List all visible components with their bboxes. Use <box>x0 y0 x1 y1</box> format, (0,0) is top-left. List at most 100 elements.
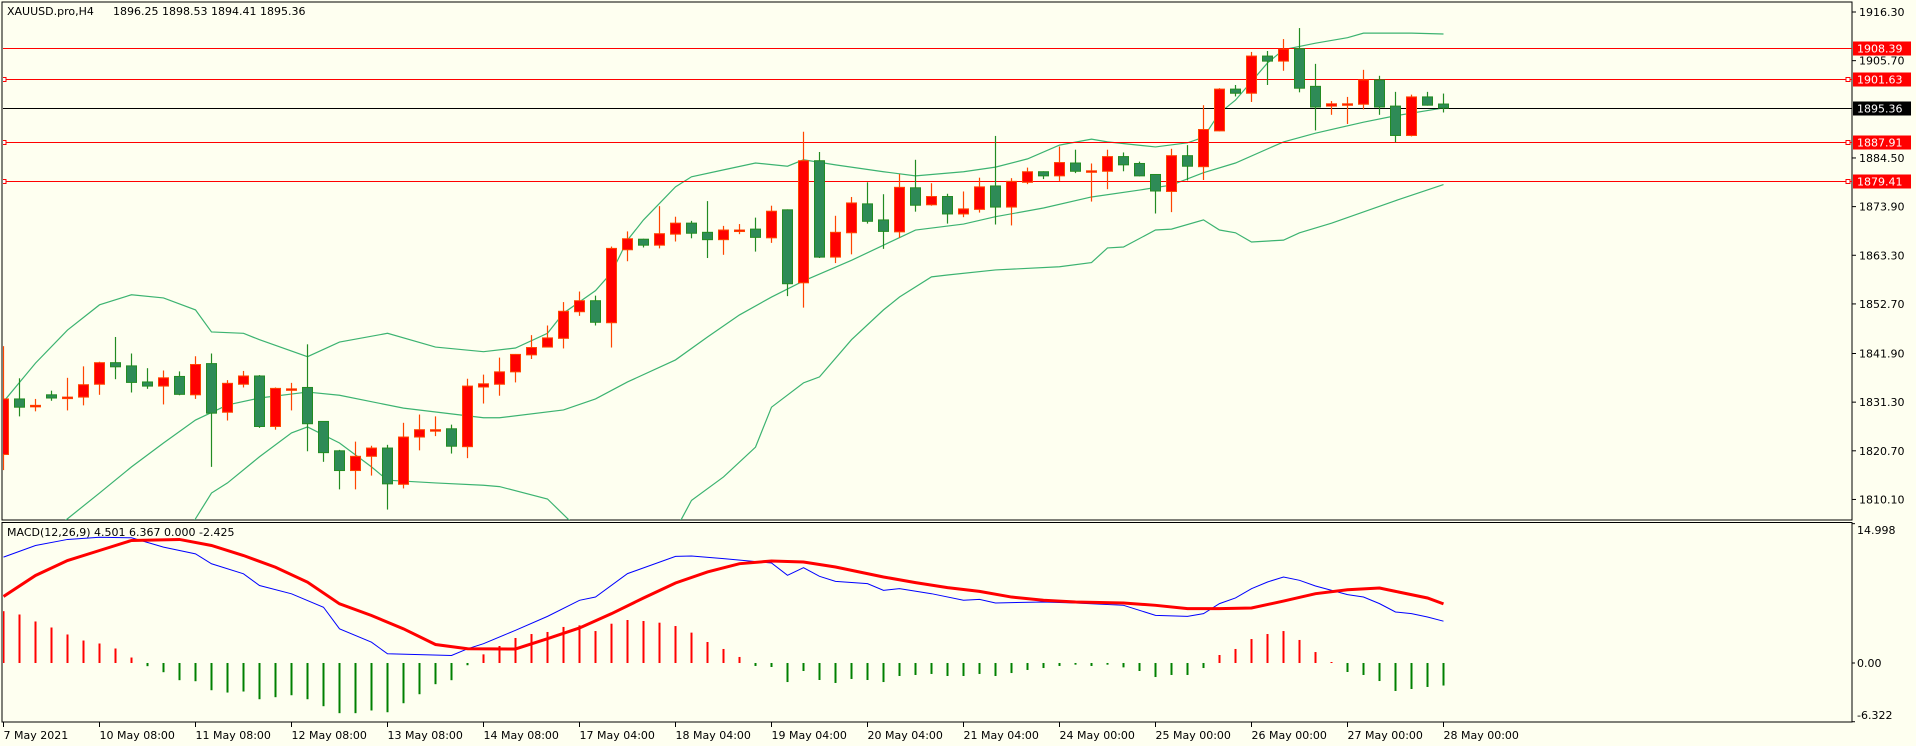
candle <box>878 194 889 249</box>
candle <box>798 131 809 308</box>
candle-body <box>1358 79 1369 105</box>
candle <box>718 225 729 255</box>
candle-body <box>446 428 457 447</box>
price-tag-label: 1901.63 <box>1857 74 1903 87</box>
candle-body <box>3 398 9 455</box>
candle <box>1278 39 1289 71</box>
candle-body <box>254 375 265 427</box>
candle <box>302 344 313 452</box>
candle <box>782 209 793 297</box>
candle <box>1230 84 1241 97</box>
candle-body <box>1214 88 1225 132</box>
candle-body <box>430 429 441 432</box>
candle-body <box>174 375 185 395</box>
time-axis-label: 24 May 00:00 <box>1060 729 1135 742</box>
candle-body <box>1422 96 1433 106</box>
candle <box>670 216 681 242</box>
candle <box>1294 28 1305 93</box>
price-tag-label: 1895.36 <box>1857 103 1903 116</box>
candle-body <box>894 186 905 233</box>
candle <box>94 361 105 395</box>
candle-body <box>1310 85 1321 108</box>
candle-body <box>78 384 89 398</box>
trading-chart[interactable]: 1916.30 1905.70 1884.50 1873.90 1863.30 1852.… <box>0 0 1916 746</box>
candle <box>158 370 169 405</box>
candle <box>1054 146 1065 181</box>
candle-body <box>942 196 953 215</box>
candle <box>78 366 89 406</box>
candle <box>1438 93 1449 113</box>
candle-body <box>846 202 857 234</box>
candle-body <box>382 447 393 485</box>
level-anchor-left[interactable] <box>2 179 7 184</box>
candle-body <box>1374 79 1385 108</box>
level-anchor-right[interactable] <box>1845 179 1851 184</box>
candle <box>974 177 985 213</box>
candle-body <box>990 185 1001 208</box>
candle-body <box>798 160 809 284</box>
candle <box>862 182 873 224</box>
candle <box>606 246 617 348</box>
candle <box>1102 149 1113 190</box>
price-axis-label: 1905.70 <box>1859 55 1905 68</box>
candle <box>750 217 761 252</box>
horizontal-levels[interactable] <box>2 48 1852 184</box>
candle-body <box>1134 162 1145 177</box>
level-anchor-left[interactable] <box>2 77 7 82</box>
macd-axis-label: 14.998 <box>1857 524 1896 537</box>
candle <box>462 378 473 459</box>
price-axis-label: 1810.10 <box>1859 493 1905 506</box>
candle-body <box>46 394 57 399</box>
candle-body <box>1198 129 1209 168</box>
candle <box>766 205 777 243</box>
time-axis-label: 14 May 08:00 <box>484 729 559 742</box>
price-axis-label: 1884.50 <box>1859 152 1905 165</box>
candle <box>1422 91 1433 106</box>
macd-indicator-label: MACD(12,26,9) 4.501 6.367 0.000 -2.425 <box>7 526 234 539</box>
candle <box>990 135 1001 225</box>
candle <box>894 174 905 238</box>
candle-body <box>158 377 169 387</box>
candle <box>430 416 441 437</box>
candle <box>814 151 825 259</box>
price-axis-label: 1831.30 <box>1859 396 1905 409</box>
candle <box>910 159 921 212</box>
candle-body <box>126 365 137 383</box>
price-axis-label: 1852.70 <box>1859 298 1905 311</box>
bollinger-middle-band <box>65 107 1444 520</box>
candle <box>1182 145 1193 181</box>
candle-body <box>1246 55 1257 94</box>
candle <box>590 295 601 326</box>
candle-body <box>1070 162 1081 172</box>
candle <box>574 291 585 316</box>
price-tag-label: 1879.41 <box>1857 176 1903 189</box>
candle <box>30 398 41 412</box>
candle-body <box>526 347 537 356</box>
candle-body <box>574 300 585 313</box>
level-anchor-right[interactable] <box>1845 140 1851 145</box>
candle <box>558 302 569 349</box>
candle-body <box>318 420 329 454</box>
candle <box>366 445 377 476</box>
candle-body <box>1438 103 1449 109</box>
candle-body <box>974 186 985 210</box>
macd-axis: 14.998 0.00 -6.322 <box>1852 523 1896 723</box>
candle <box>1198 105 1209 180</box>
candle-body <box>910 187 921 206</box>
candle-body <box>926 196 937 206</box>
level-anchor-right[interactable] <box>1845 77 1851 82</box>
candle-body <box>1150 173 1161 192</box>
candle <box>1086 163 1097 202</box>
candle <box>1022 167 1033 185</box>
level-anchor-left[interactable] <box>2 140 7 145</box>
price-axis-label: 1863.30 <box>1859 249 1905 262</box>
candle-body <box>350 455 361 472</box>
candle <box>286 382 297 411</box>
candle-body <box>1006 180 1017 208</box>
candle <box>478 374 489 404</box>
time-axis-label: 7 May 2021 <box>4 729 69 742</box>
bollinger-bands <box>3 32 1444 520</box>
candle <box>1406 94 1417 137</box>
candle-body <box>590 300 601 323</box>
macd-plot <box>3 536 1445 714</box>
